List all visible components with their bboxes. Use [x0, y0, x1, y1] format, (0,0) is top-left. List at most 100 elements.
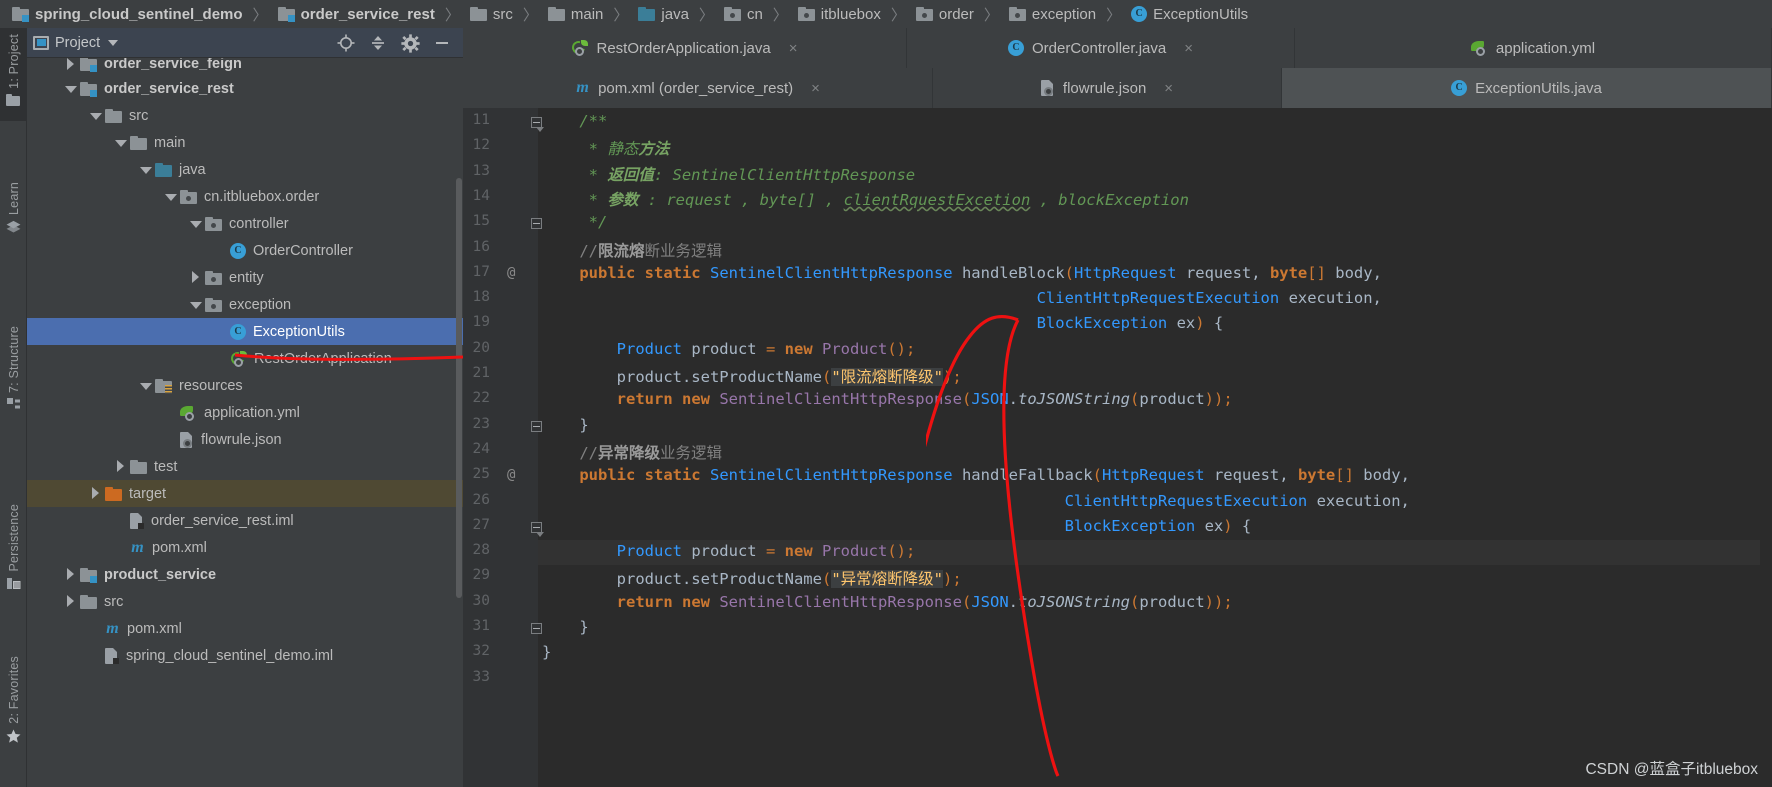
class-icon: C [1451, 80, 1468, 96]
code-fold-start-icon[interactable] [531, 521, 544, 537]
code-line: Product product = new Product(); [542, 542, 916, 561]
code-token: , blockException [1030, 190, 1189, 209]
tree-item[interactable]: src [27, 588, 463, 615]
breadcrumb-item-itbluebox[interactable]: itbluebox [794, 0, 885, 28]
tree-toggle-down-icon[interactable] [64, 82, 77, 95]
breadcrumb-separator: 〉 [444, 6, 460, 24]
editor-tab-restorderapplication-java[interactable]: RestOrderApplication.java × [463, 28, 907, 68]
tree-item[interactable]: spring_cloud_sentinel_demo.iml [27, 642, 463, 669]
code-token: SentinelClientHttpResponse [719, 592, 962, 611]
tree-item[interactable]: controller [27, 210, 463, 237]
code-line: } [542, 618, 588, 636]
tree-item[interactable]: m pom.xml [27, 534, 463, 561]
editor-tab-ordercontroller-java[interactable]: C OrderController.java × [907, 28, 1295, 68]
resources-folder-icon [155, 378, 172, 394]
chevron-down-icon[interactable] [108, 39, 119, 46]
gutter-annotation-icon[interactable]: @ [507, 467, 515, 483]
tree-item[interactable]: exception [27, 291, 463, 318]
tree-toggle-right-icon[interactable] [189, 271, 202, 284]
locate-icon[interactable] [337, 34, 355, 52]
tree-item[interactable]: entity [27, 264, 463, 291]
breadcrumb-item-exceptionutils[interactable]: C ExceptionUtils [1127, 0, 1252, 28]
tree-item[interactable]: order_service_rest [27, 75, 463, 102]
tree-toggle-right-icon[interactable] [64, 58, 77, 71]
breadcrumb-item-main[interactable]: main [544, 0, 608, 28]
editor-tab-pom-xml-order-service-rest-[interactable]: m pom.xml (order_service_rest) × [463, 68, 933, 108]
editor-scrollbar[interactable] [1760, 108, 1772, 787]
tree-toggle-down-icon[interactable] [139, 379, 152, 392]
tree-item[interactable]: java [27, 156, 463, 183]
code-token: new [784, 542, 813, 561]
breadcrumb-item-order-service-rest[interactable]: order_service_rest [274, 0, 439, 28]
tool-button-7-structure[interactable]: 7: Structure [0, 320, 27, 425]
editor-tab-label: application.yml [1495, 39, 1596, 57]
tool-button-2-favorites[interactable]: 2: Favorites [0, 650, 27, 757]
breadcrumb-item-spring-cloud-sentinel-demo[interactable]: spring_cloud_sentinel_demo [8, 0, 247, 28]
close-icon[interactable]: × [1184, 40, 1193, 57]
gear-icon[interactable] [401, 33, 420, 53]
tree-item[interactable]: test [27, 453, 463, 480]
tree-toggle-right-icon[interactable] [64, 595, 77, 608]
close-icon[interactable]: × [1164, 80, 1173, 97]
code-fold-end-icon[interactable] [531, 218, 542, 230]
editor-tab-exceptionutils-java[interactable]: C ExceptionUtils.java [1282, 68, 1772, 108]
breadcrumb-item-order[interactable]: order [912, 0, 978, 28]
collapse-all-icon[interactable] [369, 34, 387, 52]
tree-toggle-down-icon[interactable] [189, 217, 202, 230]
breadcrumb-separator: 〉 [1106, 6, 1122, 24]
tree-toggle-down-icon[interactable] [114, 136, 127, 149]
close-icon[interactable]: × [789, 40, 798, 57]
gutter-annotation-icon[interactable]: @ [507, 265, 515, 281]
tree-item[interactable]: C OrderController [27, 237, 463, 264]
code-content[interactable]: /** * 静态方法 * 返回值: SentinelClientHttpResp… [542, 108, 1772, 787]
tree-toggle-down-icon[interactable] [164, 190, 177, 203]
editor-gutter[interactable]: 11 12 13 14 15 16 17 @18 19 20 21 22 23 24 25 @26 27 28 29… [463, 108, 544, 787]
editor-tab-label: RestOrderApplication.java [596, 39, 771, 57]
code-editor[interactable]: 11 12 13 14 15 16 17 @18 19 20 21 22 23 24 25 @26 27 28 29… [463, 108, 1772, 787]
tree-toggle-right-icon[interactable] [64, 568, 77, 581]
close-icon[interactable]: × [811, 80, 820, 97]
tree-item[interactable]: order_service_feign [27, 58, 463, 75]
tool-button-persistence[interactable]: Persistence [0, 498, 27, 604]
tool-button-learn[interactable]: Learn [0, 176, 27, 247]
code-token: byte [1269, 263, 1308, 282]
tree-item[interactable]: resources [27, 372, 463, 399]
breadcrumb-label: exception [1031, 5, 1097, 23]
breadcrumb-item-cn[interactable]: cn [720, 0, 767, 28]
code-fold-end-icon[interactable] [531, 623, 542, 634]
code-fold-start-icon[interactable] [531, 117, 544, 132]
breadcrumb-item-java[interactable]: java [634, 0, 693, 28]
tree-item[interactable]: flowrule.json [27, 426, 463, 453]
tree-item[interactable]: product_service [27, 561, 463, 588]
hide-panel-icon[interactable] [433, 34, 451, 52]
tree-toggle-down-icon[interactable] [139, 163, 152, 176]
code-token: return [616, 592, 673, 611]
tree-item[interactable]: m pom.xml [27, 615, 463, 642]
tree-item[interactable]: order_service_rest.iml [27, 507, 463, 534]
editor-tab-flowrule-json[interactable]: flowrule.json × [933, 68, 1282, 108]
tree-item-selected[interactable]: C ExceptionUtils [27, 318, 463, 345]
code-token: )) [1204, 390, 1224, 409]
tree-toggle-right-icon[interactable] [114, 460, 127, 473]
package-icon [205, 270, 222, 285]
editor-tab-application-yml[interactable]: application.yml [1295, 28, 1772, 68]
tree-toggle-right-icon[interactable] [89, 487, 102, 500]
tool-button-1-project[interactable]: 1: Project [0, 28, 27, 121]
tree-item[interactable]: target [27, 480, 463, 507]
tree-toggle-down-icon[interactable] [89, 109, 102, 122]
code-token: request, [1176, 263, 1270, 282]
tree-item[interactable]: src [27, 102, 463, 129]
code-fold-end-icon[interactable] [531, 420, 542, 432]
tree-item[interactable]: RestOrderApplication [27, 345, 463, 372]
breadcrumb-item-src[interactable]: src [466, 0, 517, 28]
tree-item[interactable]: cn.itbluebox.order [27, 183, 463, 210]
tree-item-label: product_service [104, 566, 217, 583]
breadcrumb-item-exception[interactable]: exception [1005, 0, 1100, 28]
tree-item[interactable]: main [27, 129, 463, 156]
tree-toggle-down-icon[interactable] [189, 298, 202, 311]
tree-item[interactable]: application.yml [27, 399, 463, 426]
tree-item-label: pom.xml [127, 620, 182, 637]
code-line: ClientHttpRequestExecution execution, [542, 492, 1410, 510]
